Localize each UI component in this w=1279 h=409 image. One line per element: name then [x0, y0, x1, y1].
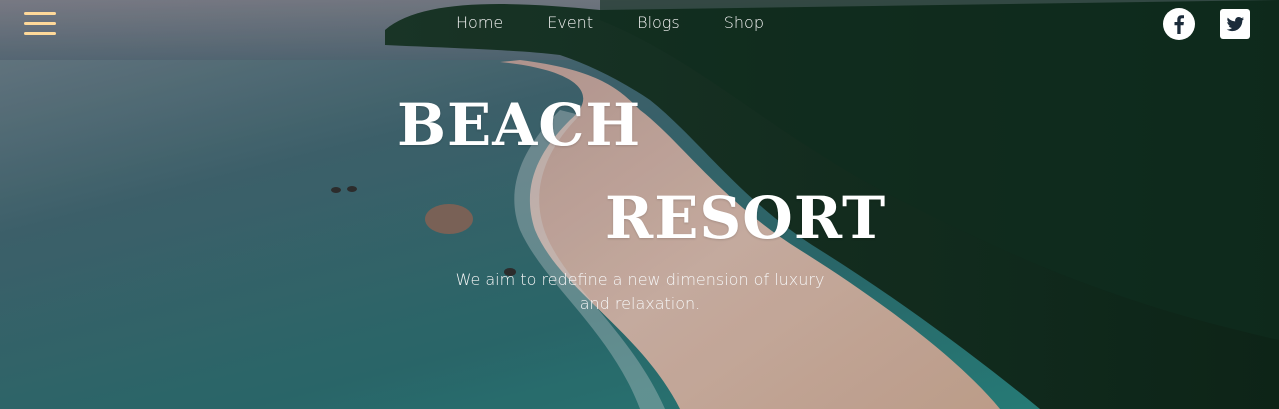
twitter-icon[interactable] [1219, 8, 1251, 40]
main-nav: Home Event Blogs Shop [456, 13, 808, 32]
nav-item-blogs[interactable]: Blogs [637, 13, 680, 32]
nav-item-event[interactable]: Event [547, 13, 593, 32]
facebook-icon[interactable] [1163, 8, 1195, 40]
hamburger-menu-icon[interactable] [24, 10, 56, 38]
nav-item-home[interactable]: Home [456, 13, 503, 32]
nav-item-shop[interactable]: Shop [724, 13, 764, 32]
menu-bar [24, 22, 56, 25]
menu-bar [24, 12, 56, 15]
hero-subtitle: We aim to redefine a new dimension of lu… [455, 270, 825, 313]
hero-section: Home Event Blogs Shop BEACH RESORT We ai… [0, 0, 1279, 409]
menu-bar [24, 32, 56, 35]
social-links [1163, 8, 1251, 40]
hero-title-line1: BEACH [397, 91, 642, 159]
hero-title-line2: RESORT [605, 184, 887, 252]
